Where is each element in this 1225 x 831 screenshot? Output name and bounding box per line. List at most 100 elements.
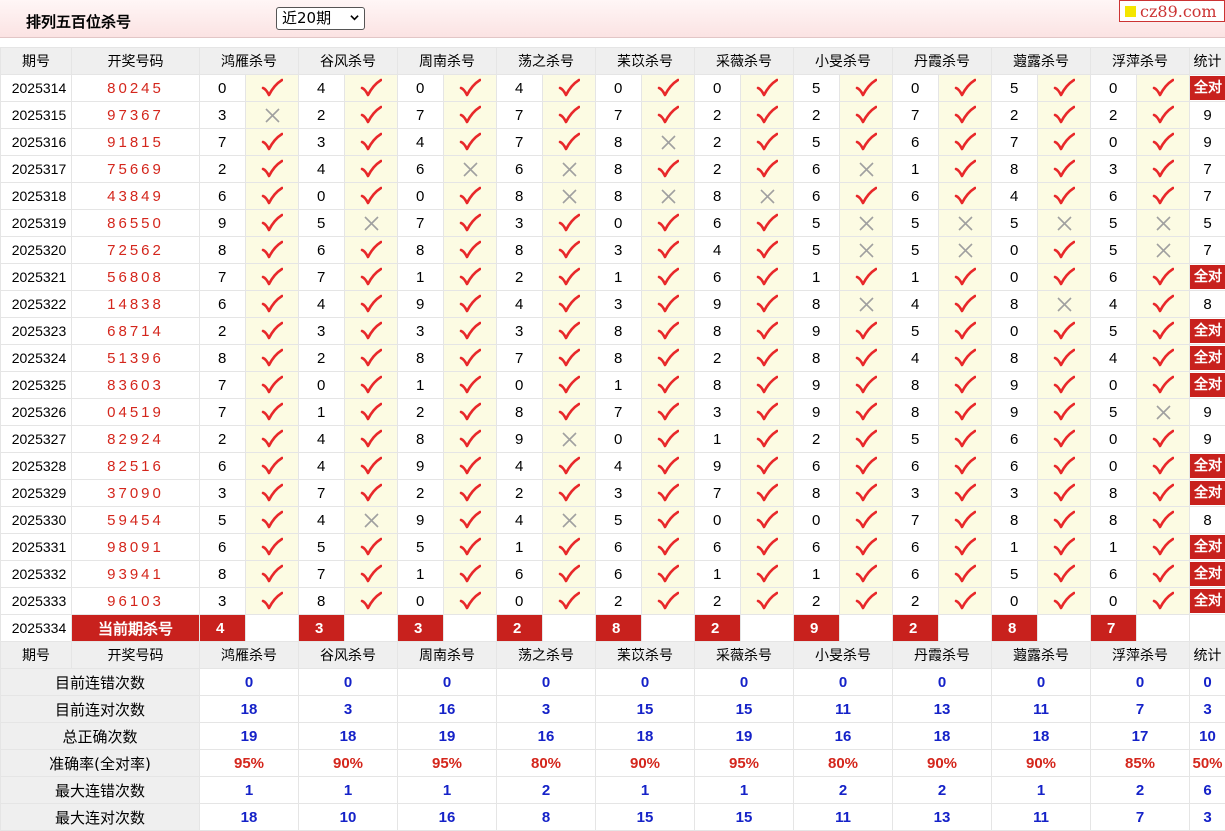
kill-number-cell: 7	[299, 264, 345, 291]
summary-value: 0	[398, 669, 497, 696]
summary-value: 13	[893, 696, 992, 723]
result-mark-cell	[1137, 237, 1190, 264]
result-mark-cell	[1038, 426, 1091, 453]
result-mark-cell	[345, 102, 398, 129]
draw-number-cell: 68714	[72, 318, 200, 345]
result-mark-cell	[345, 588, 398, 615]
result-mark-cell	[939, 156, 992, 183]
summary-value: 2	[497, 777, 596, 804]
kill-number-cell: 7	[992, 129, 1038, 156]
issue-cell: 2025326	[1, 399, 72, 426]
check-icon	[459, 321, 481, 341]
all-right-badge: 全对	[1190, 589, 1225, 613]
check-icon	[558, 78, 580, 98]
summary-stat: 6	[1190, 777, 1225, 804]
summary-value: 19	[398, 723, 497, 750]
check-icon	[855, 456, 877, 476]
kill-number-cell: 1	[695, 426, 741, 453]
cross-icon	[1155, 242, 1172, 259]
check-icon	[261, 537, 283, 557]
kill-number-cell: 6	[893, 129, 939, 156]
result-mark-cell	[1137, 480, 1190, 507]
check-icon	[558, 537, 580, 557]
check-icon	[1053, 591, 1075, 611]
check-icon	[1053, 510, 1075, 530]
result-mark-cell	[642, 534, 695, 561]
result-mark-cell	[444, 318, 497, 345]
summary-value: 11	[794, 696, 893, 723]
check-icon	[855, 78, 877, 98]
check-icon	[459, 510, 481, 530]
kill-number-cell: 4	[1091, 345, 1137, 372]
summary-value: 0	[200, 669, 299, 696]
draw-number-cell: 14838	[72, 291, 200, 318]
check-icon	[657, 348, 679, 368]
check-icon	[261, 429, 283, 449]
result-mark-cell	[939, 561, 992, 588]
result-mark-cell	[741, 318, 794, 345]
table-header-row: 期号开奖号码鸿雁杀号谷风杀号周南杀号荡之杀号苿苡杀号采薇杀号小旻杀号丹霞杀号蕸露…	[1, 642, 1225, 669]
result-mark-cell	[1137, 75, 1190, 102]
kill-number-cell: 8	[398, 237, 444, 264]
all-right-badge: 全对	[1190, 481, 1225, 505]
check-icon	[261, 483, 283, 503]
table-row: 20253305945454945007888	[1, 507, 1225, 534]
site-logo[interactable]: cz89.com	[1119, 0, 1225, 22]
kill-number-cell: 8	[398, 426, 444, 453]
summary-value: 85%	[1091, 750, 1190, 777]
summary-value: 1	[695, 777, 794, 804]
check-icon	[1152, 591, 1174, 611]
result-mark-cell	[1137, 129, 1190, 156]
kill-number-cell: 8	[893, 372, 939, 399]
issue-cell: 2025330	[1, 507, 72, 534]
kill-number-cell: 2	[695, 345, 741, 372]
result-mark-cell	[1137, 453, 1190, 480]
result-mark-cell	[642, 318, 695, 345]
kill-number-cell: 9	[200, 210, 246, 237]
cross-icon	[561, 512, 578, 529]
result-mark-cell	[246, 399, 299, 426]
table-row: 20253177566924668261837	[1, 156, 1225, 183]
kill-number-cell: 5	[1091, 237, 1137, 264]
kill-number-cell: 8	[398, 345, 444, 372]
check-icon	[360, 294, 382, 314]
result-mark-cell	[444, 237, 497, 264]
result-mark-cell	[543, 237, 596, 264]
logo-text: cz89.com	[1140, 2, 1217, 21]
result-mark-cell	[741, 102, 794, 129]
result-mark-cell	[741, 291, 794, 318]
stat-cell: 全对	[1190, 480, 1225, 507]
check-icon	[360, 132, 382, 152]
check-icon	[360, 267, 382, 287]
period-select[interactable]: 近20期	[276, 7, 365, 30]
kill-number-cell: 2	[695, 588, 741, 615]
summary-row: 最大连错次数11121122126	[1, 777, 1225, 804]
draw-number-cell: 91815	[72, 129, 200, 156]
stat-cell: 8	[1190, 507, 1225, 534]
stat-cell: 7	[1190, 237, 1225, 264]
check-icon	[558, 213, 580, 233]
summary-value: 1	[596, 777, 695, 804]
summary-value: 0	[695, 669, 794, 696]
kill-number-cell: 5	[1091, 399, 1137, 426]
kill-number-cell: 8	[695, 318, 741, 345]
kill-number-cell: 0	[1091, 129, 1137, 156]
kill-number-cell: 7	[497, 129, 543, 156]
col-header-expert: 小旻杀号	[794, 48, 893, 75]
kill-number-cell: 1	[596, 372, 642, 399]
result-mark-cell	[741, 426, 794, 453]
draw-number-cell: 93941	[72, 561, 200, 588]
table-row: 2025332939418716611656全对	[1, 561, 1225, 588]
check-icon	[657, 321, 679, 341]
check-icon	[1152, 132, 1174, 152]
check-icon	[657, 267, 679, 287]
kill-number-cell: 0	[992, 237, 1038, 264]
result-mark-cell	[543, 129, 596, 156]
issue-cell: 2025315	[1, 102, 72, 129]
kill-number-cell: 8	[1091, 507, 1137, 534]
check-icon	[756, 402, 778, 422]
check-icon	[954, 321, 976, 341]
summary-value: 13	[893, 804, 992, 831]
result-mark-cell	[642, 426, 695, 453]
summary-value: 95%	[695, 750, 794, 777]
